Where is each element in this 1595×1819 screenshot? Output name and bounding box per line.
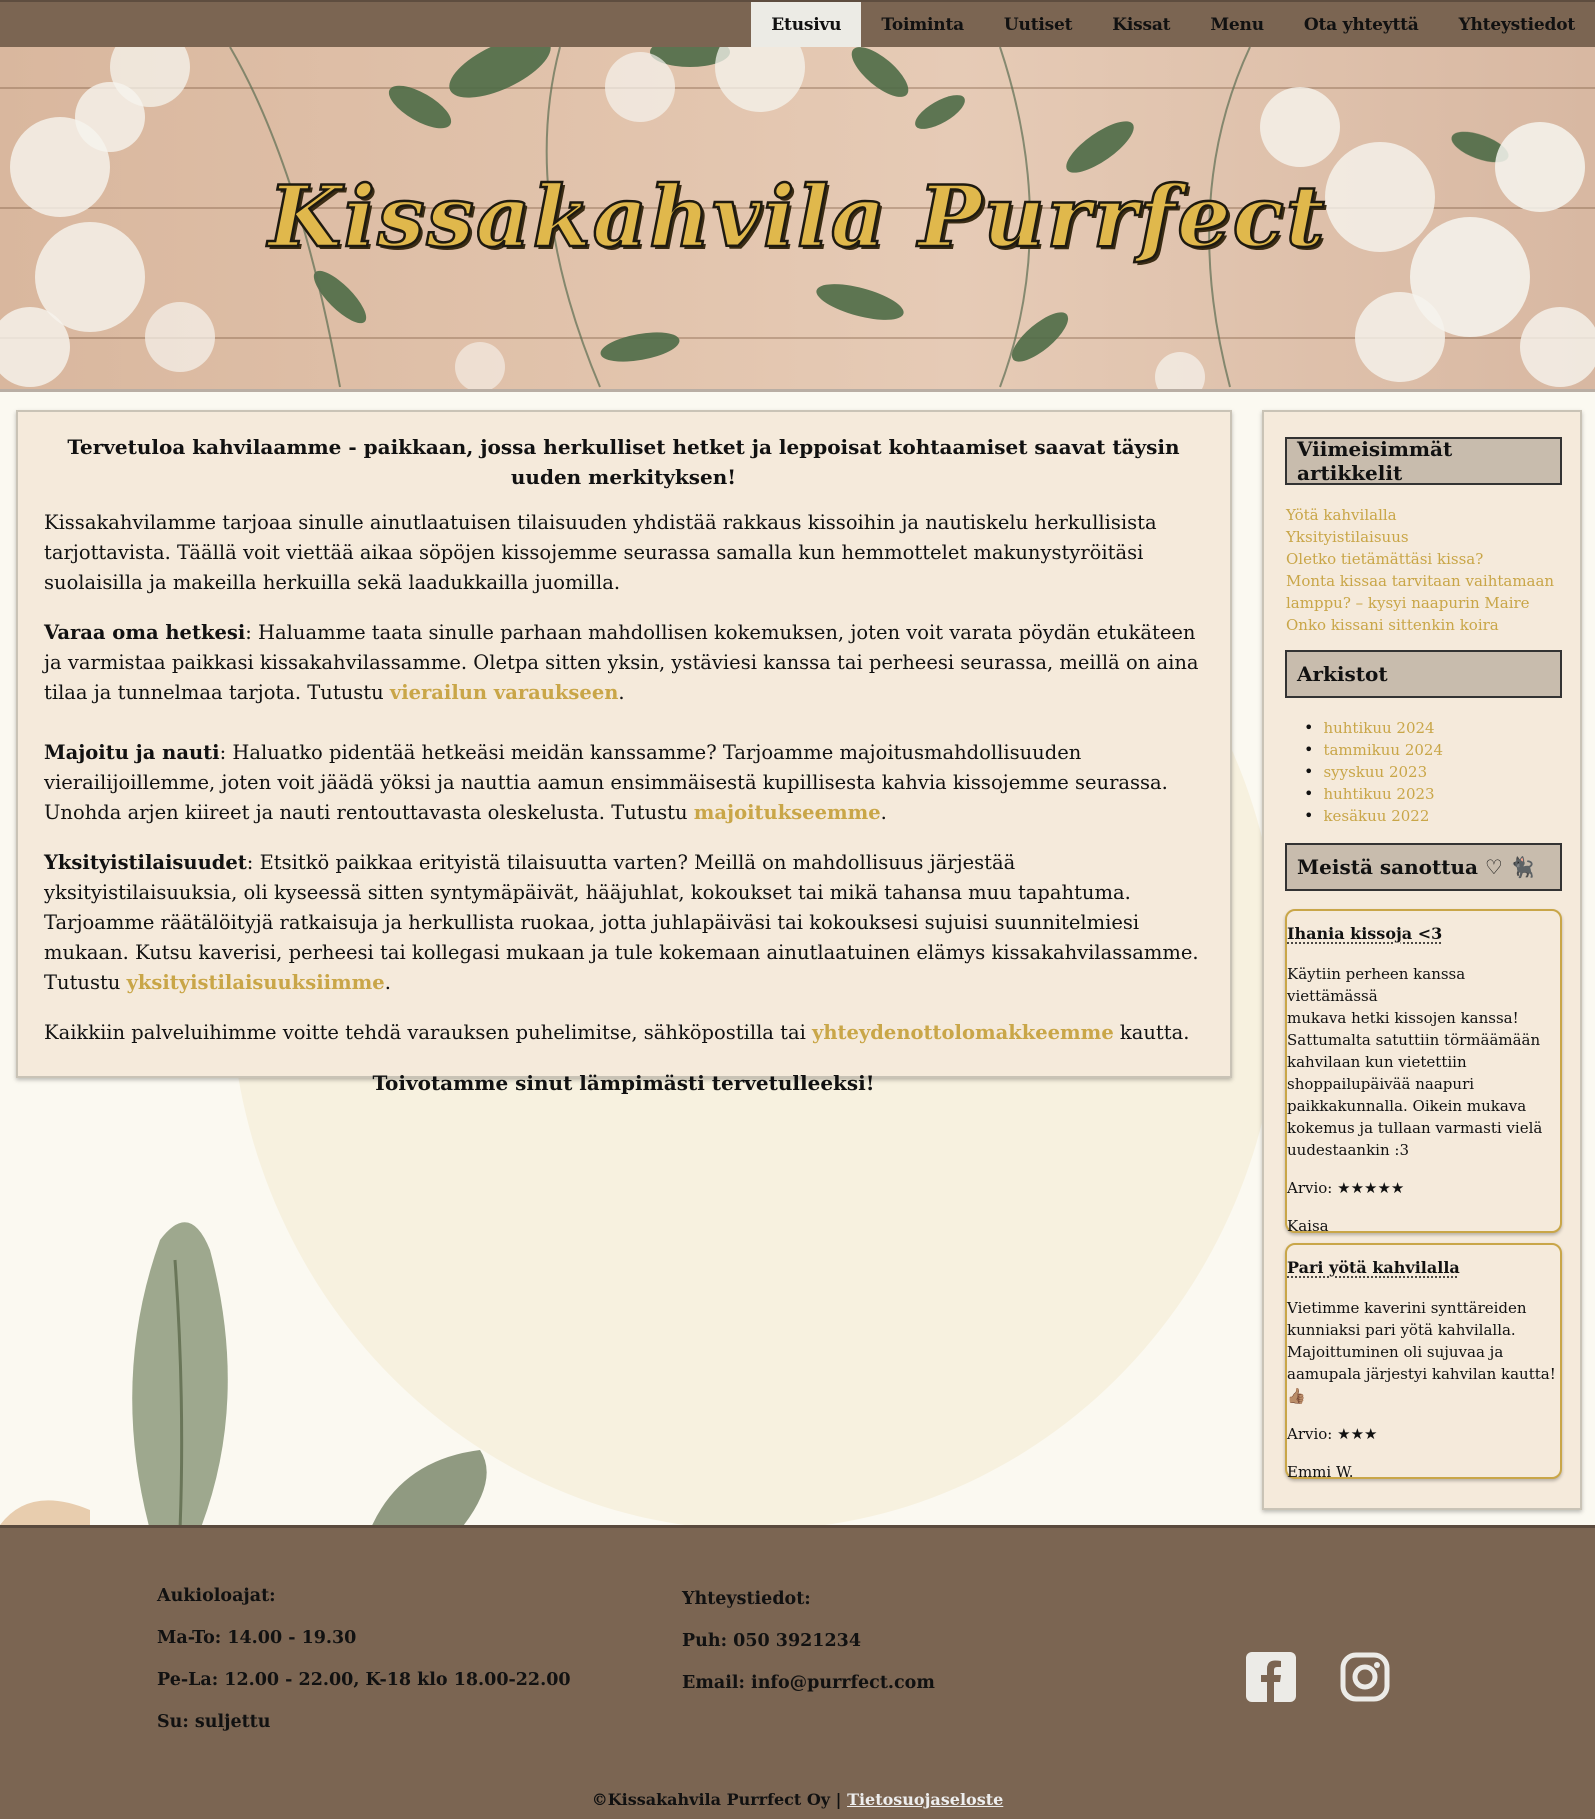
welcome-heading: Tervetuloa kahvilaamme - paikkaan, jossa… xyxy=(67,435,1180,489)
booking-link[interactable]: vierailun varaukseen xyxy=(390,681,619,704)
contact-form-link[interactable]: yhteydenottolomakkeemme xyxy=(812,1021,1114,1044)
background-leaf-illustration xyxy=(132,1222,228,1530)
article-link[interactable]: Monta kissaa tarvitaan vaihtamaan xyxy=(1286,570,1554,592)
copyright-bar: ©Kissakahvila Purrfect Oy | Tietosuojase… xyxy=(0,1790,1595,1809)
main-content-card: Tervetuloa kahvilaamme - paikkaan, jossa… xyxy=(16,410,1232,1095)
contact-heading: Yhteystiedot: xyxy=(682,1589,811,1609)
site-footer: Aukioloajat: Ma-To: 14.00 - 19.30 Pe-La:… xyxy=(0,1525,1595,1819)
background-petal xyxy=(0,1500,90,1525)
review-rating: Arvio: ★★★ xyxy=(1287,1425,1378,1443)
contact-email: Email: info@purrfect.com xyxy=(682,1673,935,1693)
recent-articles-list: Yötä kahvilalla Yksityistilaisuus Oletko… xyxy=(1286,504,1554,636)
archives-heading: Arkistot xyxy=(1285,650,1562,698)
review-rating: Arvio: ★★★★★ xyxy=(1287,1179,1405,1197)
nav-menu[interactable]: Menu xyxy=(1190,2,1284,47)
privacy-policy-link[interactable]: Tietosuojaseloste xyxy=(847,1790,1003,1809)
archive-link[interactable]: kesäkuu 2022 xyxy=(1322,805,1443,827)
article-link[interactable]: Yötä kahvilalla xyxy=(1286,504,1554,526)
opening-hours-heading: Aukioloajat: xyxy=(157,1586,276,1606)
accommodation-heading: Majoitu ja nauti xyxy=(44,741,220,764)
archive-link[interactable]: tammikuu 2024 xyxy=(1322,739,1443,761)
review-title: Pari yötä kahvilalla xyxy=(1287,1258,1460,1277)
hours-sunday: Su: suljettu xyxy=(157,1712,271,1732)
nav-etusivu[interactable]: Etusivu xyxy=(751,2,862,47)
private-events-paragraph: Yksityistilaisuudet: Etsitkö paikkaa eri… xyxy=(44,851,1199,994)
archive-link[interactable]: syyskuu 2023 xyxy=(1322,761,1443,783)
nav-ota-yhteytta[interactable]: Ota yhteyttä xyxy=(1284,2,1439,47)
intro-paragraph: Kissakahvilamme tarjoaa sinulle ainutlaa… xyxy=(44,511,1157,594)
review-title: Ihania kissoja <3 xyxy=(1287,924,1443,943)
archive-link[interactable]: huhtikuu 2023 xyxy=(1322,783,1443,805)
facebook-icon[interactable] xyxy=(1246,1652,1296,1702)
background-leaf-illustration xyxy=(370,1450,487,1530)
nav-toiminta[interactable]: Toiminta xyxy=(861,2,984,47)
reviews-heading: Meistä sanottua ♡ 🐈‍⬛ xyxy=(1285,843,1562,891)
review-card: Pari yötä kahvilalla Vietimme kaverini s… xyxy=(1285,1243,1562,1481)
review-card: Ihania kissoja <3 Käytiin perheen kanssa… xyxy=(1285,909,1562,1235)
article-link[interactable]: Yksityistilaisuus xyxy=(1286,526,1554,548)
private-events-heading: Yksityistilaisuudet xyxy=(44,851,247,874)
nav-uutiset[interactable]: Uutiset xyxy=(984,2,1092,47)
nav-yhteystiedot[interactable]: Yhteystiedot xyxy=(1439,2,1595,47)
copyright-text: ©Kissakahvila Purrfect Oy | xyxy=(591,1790,842,1809)
hero-banner: Kissakahvila Purrfect xyxy=(0,47,1595,392)
opening-hours: Aukioloajat: Ma-To: 14.00 - 19.30 Pe-La:… xyxy=(157,1586,571,1754)
hours-weekdays: Ma-To: 14.00 - 19.30 xyxy=(157,1628,357,1648)
archive-link[interactable]: huhtikuu 2024 xyxy=(1322,717,1443,739)
review-author: Emmi W. xyxy=(1287,1463,1354,1481)
contact-info: Yhteystiedot: Puh: 050 3921234 Email: in… xyxy=(682,1589,935,1715)
article-link[interactable]: Oletko tietämättäsi kissa? xyxy=(1286,548,1554,570)
top-navigation: Etusivu Toiminta Uutiset Kissat Menu Ota… xyxy=(0,0,1595,47)
recent-articles-heading: Viimeisimmät artikkelit xyxy=(1285,437,1562,485)
nav-kissat[interactable]: Kissat xyxy=(1092,2,1190,47)
sidebar: Viimeisimmät artikkelit Yötä kahvilalla … xyxy=(1262,410,1582,1510)
review-text: Käytiin perheen kanssa viettämässä mukav… xyxy=(1287,965,1543,1159)
accommodation-link[interactable]: majoitukseemme xyxy=(694,801,881,824)
contact-paragraph: Kaikkiin palveluihimme voitte tehdä vara… xyxy=(44,1021,1190,1044)
instagram-icon[interactable] xyxy=(1340,1652,1390,1702)
contact-phone: Puh: 050 3921234 xyxy=(682,1631,862,1651)
accommodation-paragraph: Majoitu ja nauti: Haluatko pidentää hetk… xyxy=(44,741,1168,824)
review-author: Kaisa xyxy=(1287,1217,1329,1235)
hours-weekend: Pe-La: 12.00 - 22.00, K-18 klo 18.00-22.… xyxy=(157,1670,571,1690)
booking-heading: Varaa oma hetkesi xyxy=(44,621,246,644)
archives-list: huhtikuu 2024 tammikuu 2024 syyskuu 2023… xyxy=(1304,717,1443,827)
closing-text: Toivotamme sinut lämpimästi tervetulleek… xyxy=(372,1071,875,1095)
booking-paragraph: Varaa oma hetkesi: Haluamme taata sinull… xyxy=(44,621,1199,704)
article-link[interactable]: lamppu? – kysyi naapurin Maire xyxy=(1286,592,1554,614)
site-title: Kissakahvila Purrfect xyxy=(267,166,1327,268)
review-text: Vietimme kaverini synttäreiden kunniaksi… xyxy=(1287,1299,1556,1405)
private-events-link[interactable]: yksityistilaisuuksiimme xyxy=(127,971,385,994)
article-link[interactable]: Onko kissani sittenkin koira xyxy=(1286,614,1554,636)
